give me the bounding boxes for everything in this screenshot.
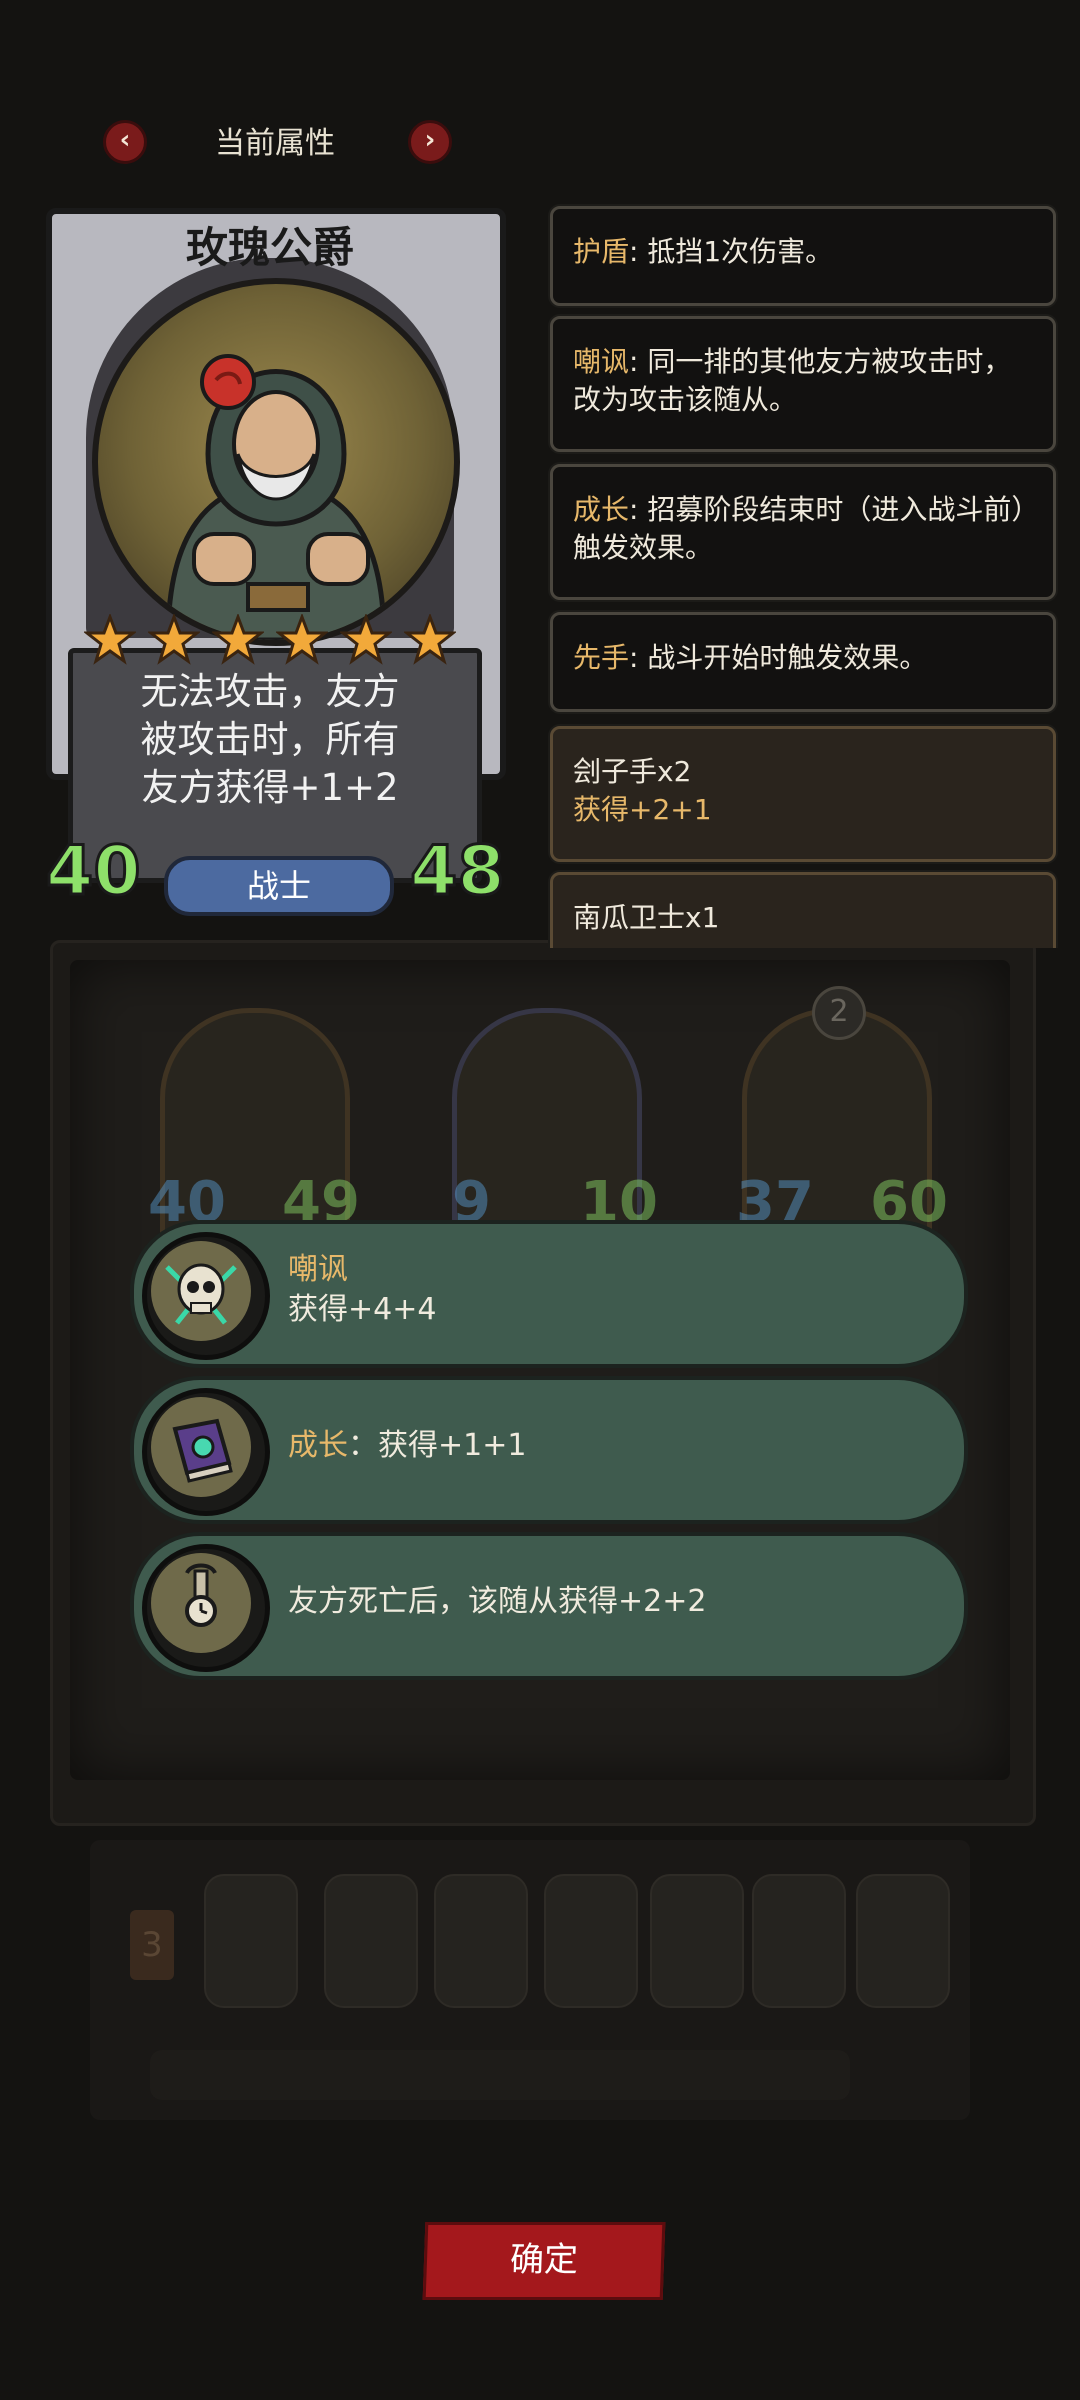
background-slot [544, 1874, 638, 2008]
star-icon [340, 614, 392, 665]
class-badge: 战士 [164, 856, 394, 916]
keyword-text: : 招募阶段结束时（进入战斗前）触发效果。 [573, 493, 1026, 564]
source-box-pumpkin-guard: 南瓜卫士x1 [550, 872, 1056, 948]
keyword-label: 成长 [573, 493, 630, 526]
source-title: 南瓜卫士x1 [573, 901, 720, 934]
hero-card: 玫瑰公爵 无法攻击，友方 被攻击时，所有 友方获得+1+2 40 战士 48 [45, 208, 506, 920]
buff-text: 友方死亡后，该随从获得+2+2 [288, 1584, 707, 1619]
keyword-text: : 战斗开始时触发效果。 [629, 641, 928, 674]
background-slot [856, 1874, 950, 2008]
next-button[interactable]: › [408, 120, 452, 164]
card-description: 无法攻击，友方 被攻击时，所有 友方获得+1+2 [86, 668, 454, 812]
hero-name: 玫瑰公爵 [185, 223, 354, 272]
attack-stat: 40 [45, 831, 143, 913]
spellbook-icon [151, 1397, 251, 1497]
keyword-label: 先手 [573, 641, 630, 674]
confirm-button[interactable]: 确定 [422, 2222, 666, 2300]
chevron-left-icon: ‹ [119, 125, 131, 155]
star-icon [84, 614, 136, 665]
buff-icon-frame [142, 1232, 270, 1360]
star-rating [84, 614, 464, 670]
source-box-executioner: 刽子手x2 获得+2+1 [550, 726, 1056, 862]
buff-row-growth: 成长：获得+1+1 [130, 1376, 968, 1524]
buff-text: ：获得+1+1 [348, 1428, 527, 1463]
star-icon [404, 614, 456, 665]
source-gain: 获得+2+1 [573, 793, 712, 826]
buff-title: 嘲讽 [288, 1252, 348, 1287]
buff-text-block: 成长：获得+1+1 [288, 1426, 526, 1466]
prev-button[interactable]: ‹ [103, 120, 147, 164]
star-icon [148, 614, 200, 665]
buff-text-block: 嘲讽 获得+4+4 [288, 1250, 436, 1330]
star-icon [276, 614, 328, 665]
buff-row-taunt: 嘲讽 获得+4+4 [130, 1220, 968, 1368]
background-slot [650, 1874, 744, 2008]
background-tray-row [150, 2050, 850, 2100]
card-description-line: 无法攻击，友方 [140, 670, 400, 713]
hooded-duke-portrait-icon [165, 354, 387, 640]
skull-icon [151, 1241, 251, 1341]
background-hero-3-level-badge: 2 [812, 986, 866, 1040]
chevron-right-icon: › [424, 125, 436, 155]
buff-icon-frame [142, 1544, 270, 1672]
source-title: 刽子手x2 [573, 755, 692, 788]
keyword-box-growth: 成长: 招募阶段结束时（进入战斗前）触发效果。 [550, 464, 1056, 600]
card-description-line: 被攻击时，所有 [140, 718, 400, 761]
keyword-label: 护盾 [573, 235, 630, 268]
keyword-box-taunt: 嘲讽: 同一排的其他友方被攻击时，改为攻击该随从。 [550, 316, 1056, 452]
buff-icon-frame [142, 1388, 270, 1516]
buff-title: 成长 [288, 1428, 348, 1463]
keyword-box-shield: 护盾: 抵挡1次伤害。 [550, 206, 1056, 306]
pocket-watch-icon [151, 1553, 251, 1653]
buff-text-block: 友方死亡后，该随从获得+2+2 [288, 1582, 706, 1622]
keyword-label: 嘲讽 [573, 345, 630, 378]
background-slot [752, 1874, 846, 2008]
background-slot [204, 1874, 298, 2008]
page-title: 当前属性 [215, 126, 335, 161]
card-description-line: 友方获得+1+2 [141, 766, 399, 809]
star-icon [212, 614, 264, 665]
keyword-text: : 同一排的其他友方被攻击时，改为攻击该随从。 [573, 345, 1012, 416]
background-slot [434, 1874, 528, 2008]
background-slot [324, 1874, 418, 2008]
buff-row-on-ally-death: 友方死亡后，该随从获得+2+2 [130, 1532, 968, 1680]
hero-portrait [92, 278, 460, 646]
background-tray-badge: 3 [130, 1910, 174, 1980]
keyword-text: : 抵挡1次伤害。 [629, 235, 834, 268]
buff-text: 获得+4+4 [288, 1292, 437, 1327]
keyword-box-first-strike: 先手: 战斗开始时触发效果。 [550, 612, 1056, 712]
health-stat: 48 [409, 831, 507, 913]
keyword-list[interactable]: 护盾: 抵挡1次伤害。 嘲讽: 同一排的其他友方被攻击时，改为攻击该随从。 成长… [540, 200, 1060, 948]
